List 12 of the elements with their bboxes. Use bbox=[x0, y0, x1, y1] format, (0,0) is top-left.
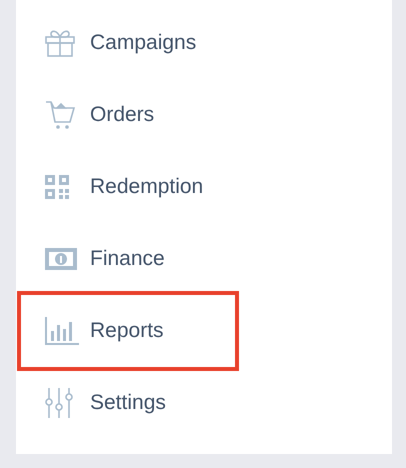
gift-icon bbox=[45, 29, 75, 57]
cart-icon bbox=[45, 100, 75, 130]
sidebar-item[interactable]: Campaigns bbox=[16, 7, 212, 79]
qr-code-icon bbox=[45, 175, 69, 199]
sidebar-item[interactable]: Finance bbox=[16, 223, 181, 295]
sidebar-item[interactable]: Redemption bbox=[16, 151, 220, 223]
sidebar-item[interactable]: Settings bbox=[16, 367, 182, 439]
sliders-icon bbox=[45, 388, 73, 418]
banknote-icon bbox=[45, 248, 77, 270]
sidebar-item[interactable]: Reports bbox=[16, 295, 180, 367]
bar-chart-icon bbox=[45, 317, 79, 345]
sidebar-item[interactable]: Orders bbox=[16, 79, 170, 151]
